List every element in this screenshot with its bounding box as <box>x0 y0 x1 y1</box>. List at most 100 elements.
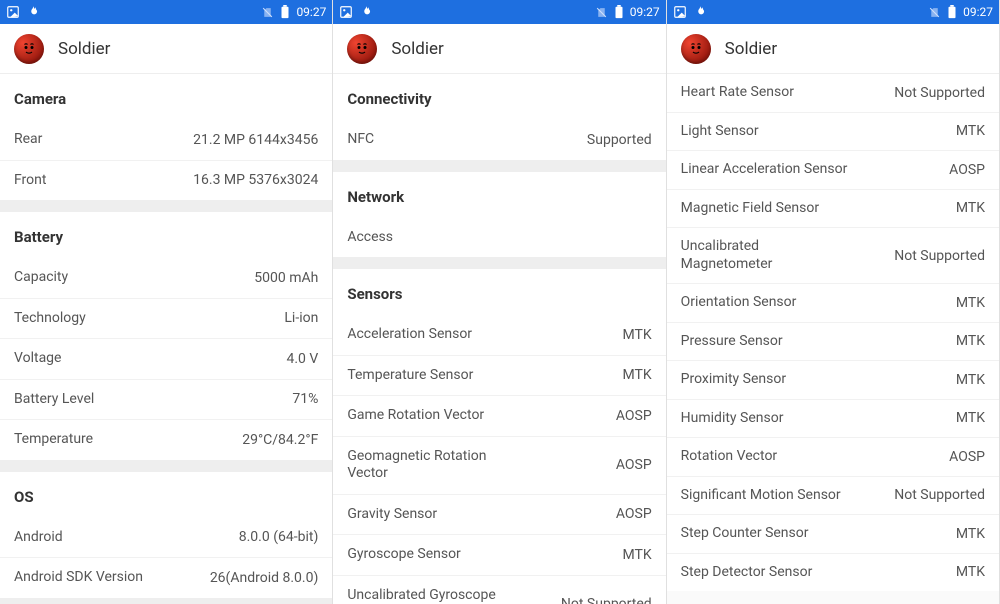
list-item[interactable]: Step Counter Sensor MTK <box>667 514 999 553</box>
section-header: Camera <box>0 74 332 120</box>
list-item[interactable]: Acceleration SensorMTK <box>333 315 665 355</box>
list-item[interactable]: Pressure SensorMTK <box>667 322 999 361</box>
list-item[interactable]: Magnetic Field Sensor MTK <box>667 189 999 228</box>
section-header: Sensors <box>333 269 665 315</box>
list-item[interactable]: Rear21.2 MP 6144x3456 <box>0 120 332 160</box>
list-item[interactable]: Gyroscope SensorMTK <box>333 534 665 575</box>
row-value: MTK <box>956 410 985 426</box>
list-item[interactable]: Orientation SensorMTK <box>667 283 999 322</box>
row-label: Temperature Sensor <box>347 367 473 385</box>
row-value: MTK <box>956 526 985 542</box>
row-label: Significant Motion Sensor <box>681 487 841 505</box>
row-value: Not Supported <box>894 85 985 101</box>
app-title: Soldier <box>391 39 443 59</box>
row-label: Geomagnetic Rotation Vector <box>347 448 514 483</box>
no-sim-icon <box>928 6 941 19</box>
row-value: MTK <box>622 367 651 383</box>
list-item[interactable]: Proximity SensorMTK <box>667 360 999 399</box>
list-item[interactable]: Humidity Sensor MTK <box>667 399 999 438</box>
fire-icon <box>26 5 40 19</box>
section-divider <box>333 160 665 172</box>
no-sim-icon <box>595 6 608 19</box>
row-label: Heart Rate Sensor <box>681 84 794 102</box>
app-logo-icon <box>14 34 44 64</box>
list-item[interactable]: Game Rotation Vector AOSP <box>333 395 665 436</box>
row-label: Step Detector Sensor <box>681 564 813 582</box>
section-header: Connectivity <box>333 74 665 120</box>
list-item[interactable]: Access <box>333 218 665 258</box>
row-label: Capacity <box>14 269 68 287</box>
section-header: Battery <box>0 212 332 258</box>
list-item[interactable]: Light SensorMTK <box>667 112 999 151</box>
screen-2: 09:27 Soldier Connectivity NFC Supported Ne… <box>333 0 666 604</box>
row-value: 71% <box>292 391 318 407</box>
list-item[interactable]: Uncalibrated Gyroscope SensorNot Support… <box>333 575 665 604</box>
app-header: Soldier <box>667 24 999 74</box>
list-item[interactable]: Gravity SensorAOSP <box>333 494 665 535</box>
row-label: Magnetic Field Sensor <box>681 200 819 218</box>
row-value: Li-ion <box>284 310 318 326</box>
app-header: Soldier <box>333 24 665 74</box>
list-item[interactable]: Heart Rate Sensor Not Supported <box>667 74 999 112</box>
status-bar: 09:27 <box>0 0 332 24</box>
screen-3: 09:27 Soldier Heart Rate Sensor Not Suppo… <box>667 0 1000 604</box>
row-value: 8.0.0 (64-bit) <box>239 529 319 545</box>
app-logo-icon <box>681 34 711 64</box>
content-area[interactable]: Heart Rate Sensor Not Supported Light Sens… <box>667 74 999 604</box>
list-item[interactable]: Rotation VectorAOSP <box>667 437 999 476</box>
row-value: MTK <box>956 123 985 139</box>
row-value: MTK <box>622 327 651 343</box>
list-item[interactable]: Capacity 5000 mAh <box>0 258 332 298</box>
image-icon <box>673 5 687 19</box>
row-value: 29°C/84.2°F <box>242 432 318 448</box>
list-item[interactable]: Uncalibrated MagnetometerNot Supported <box>667 227 999 283</box>
row-value: 16.3 MP 5376x3024 <box>193 172 318 188</box>
row-value: Not Supported <box>894 487 985 503</box>
section-header: Network <box>333 172 665 218</box>
list-item[interactable]: Temperature Sensor MTK <box>333 355 665 396</box>
content-area[interactable]: CameraRear21.2 MP 6144x3456 Front 16.3 MP … <box>0 74 332 604</box>
section-divider <box>0 200 332 212</box>
list-item[interactable]: Linear Acceleration SensorAOSP <box>667 150 999 189</box>
list-item[interactable]: Voltage4.0 V <box>0 338 332 379</box>
status-time: 09:27 <box>963 5 993 19</box>
list-item[interactable]: Battery Level 71% <box>0 379 332 420</box>
row-value: AOSP <box>616 457 652 473</box>
status-time: 09:27 <box>630 5 660 19</box>
row-label: Access <box>347 229 393 247</box>
row-value: 5000 mAh <box>254 270 318 286</box>
list-item[interactable]: NFC Supported <box>333 120 665 160</box>
row-label: Linear Acceleration Sensor <box>681 161 848 179</box>
row-value: MTK <box>956 200 985 216</box>
row-label: NFC <box>347 131 374 149</box>
row-value: AOSP <box>616 408 652 424</box>
row-label: Gravity Sensor <box>347 506 437 524</box>
row-value: Supported <box>587 132 652 148</box>
app-header: Soldier <box>0 24 332 74</box>
app-title: Soldier <box>725 39 777 59</box>
list-item[interactable]: Front 16.3 MP 5376x3024 <box>0 160 332 201</box>
status-time: 09:27 <box>296 5 326 19</box>
list-item[interactable]: TechnologyLi-ion <box>0 298 332 339</box>
section-divider <box>333 257 665 269</box>
section-divider <box>0 460 332 472</box>
row-label: Humidity Sensor <box>681 410 784 428</box>
list-item[interactable]: Step Detector SensorMTK <box>667 553 999 592</box>
fire-icon <box>693 5 707 19</box>
row-label: Step Counter Sensor <box>681 525 809 543</box>
row-label: Front <box>14 172 46 190</box>
row-value: Not Supported <box>561 596 652 604</box>
screen-1: 09:27 Soldier CameraRear21.2 MP 6144x345… <box>0 0 333 604</box>
list-item[interactable]: Android8.0.0 (64-bit) <box>0 518 332 558</box>
list-item[interactable]: Significant Motion Sensor Not Supported <box>667 476 999 515</box>
row-label: Game Rotation Vector <box>347 407 484 425</box>
row-value: MTK <box>956 295 985 311</box>
list-item[interactable]: Geomagnetic Rotation Vector AOSP <box>333 436 665 494</box>
row-label: Rear <box>14 131 42 149</box>
row-label: Battery Level <box>14 391 94 409</box>
list-item[interactable]: Android SDK Version26(Android 8.0.0) <box>0 557 332 598</box>
row-value: 26(Android 8.0.0) <box>210 570 319 586</box>
content-area[interactable]: Connectivity NFC Supported Network Access Sen… <box>333 74 665 604</box>
list-item[interactable]: Temperature29°C/84.2°F <box>0 419 332 460</box>
row-value: 4.0 V <box>287 351 319 367</box>
